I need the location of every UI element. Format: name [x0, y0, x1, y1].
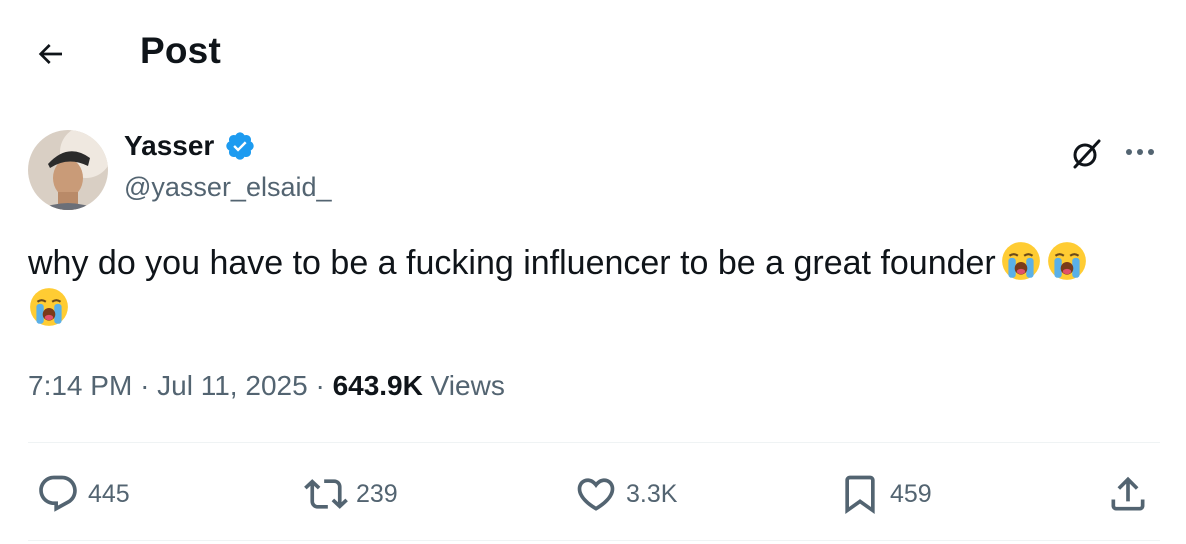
like-button[interactable]: 3.3K: [574, 472, 677, 516]
crying-face-emoji: [1047, 242, 1086, 280]
meta-separator: ·: [315, 370, 325, 401]
share-icon: [1111, 476, 1145, 511]
like-count: 3.3K: [626, 479, 678, 508]
grok-button[interactable]: [1066, 134, 1106, 174]
repost-count: 239: [356, 479, 398, 508]
crying-face-emoji: [1001, 242, 1040, 280]
author-name[interactable]: Yasser: [124, 130, 256, 162]
reply-button[interactable]: 445: [36, 472, 130, 516]
tweet-time[interactable]: 7:14 PM: [28, 370, 132, 401]
meta-separator: ·: [140, 370, 150, 401]
bookmark-count: 459: [890, 479, 932, 508]
tweet-text: why do you have to be a fucking influenc…: [28, 240, 1148, 332]
author-handle[interactable]: @yasser_elsaid_: [124, 172, 332, 203]
reply-count: 445: [88, 479, 130, 508]
verified-badge-icon[interactable]: [224, 130, 256, 162]
bookmark-button[interactable]: 459: [838, 472, 932, 516]
bookmark-icon: [845, 475, 875, 515]
avatar-image: [28, 130, 108, 210]
repost-icon: [304, 479, 348, 509]
display-name-text: Yasser: [124, 130, 215, 161]
like-icon: [577, 478, 615, 511]
grok-icon: [1073, 139, 1101, 169]
crying-face-emoji: [30, 288, 68, 326]
tweet-text-content: why do you have to be a fucking influenc…: [28, 244, 996, 282]
back-button[interactable]: [28, 32, 72, 76]
tweet-meta: 7:14 PM · Jul 11, 2025 · 643.9K Views: [28, 370, 505, 402]
more-icon: [1126, 149, 1154, 155]
tweet-date[interactable]: Jul 11, 2025: [157, 370, 308, 401]
avatar[interactable]: [28, 130, 108, 210]
more-options-button[interactable]: [1120, 134, 1160, 170]
page-title: Post: [140, 30, 221, 71]
views-count[interactable]: 643.9K: [333, 370, 423, 401]
back-arrow-icon: [38, 44, 62, 64]
divider: [28, 540, 1160, 541]
views-label: Views: [430, 370, 505, 401]
share-button[interactable]: [1106, 472, 1150, 516]
divider: [28, 442, 1160, 443]
reply-icon: [39, 475, 77, 512]
repost-button[interactable]: 239: [304, 472, 398, 516]
